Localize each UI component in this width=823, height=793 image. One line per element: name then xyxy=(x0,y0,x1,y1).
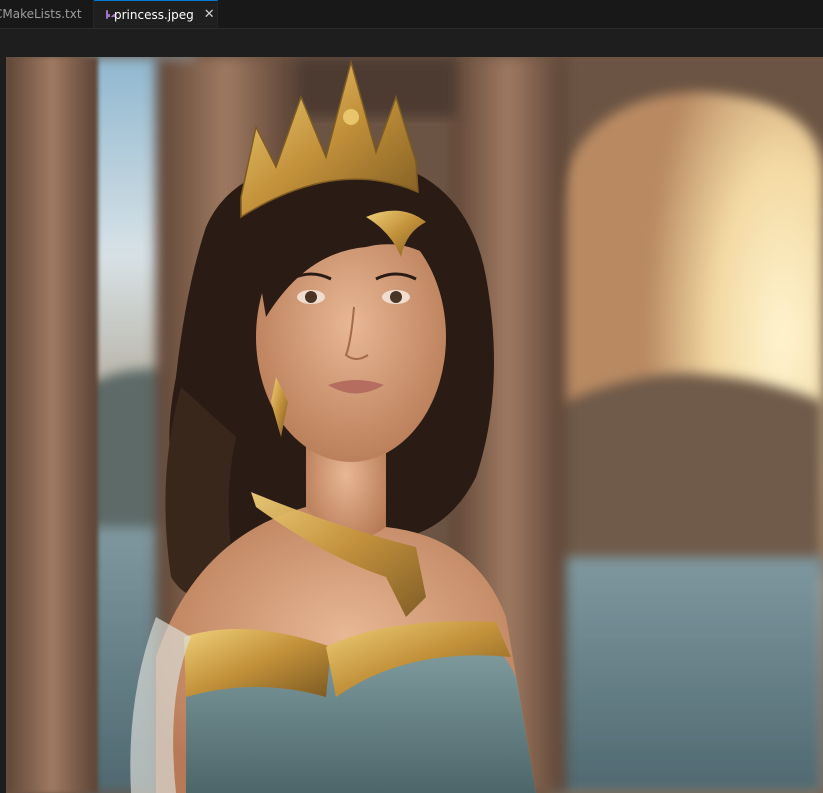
portrait-image xyxy=(6,57,823,793)
tab-label: princess.jpeg xyxy=(114,7,194,22)
image-file-icon xyxy=(106,10,115,19)
close-icon[interactable]: ✕ xyxy=(204,7,215,22)
editor-tab-bar: CMakeLists.txt princess.jpeg ✕ xyxy=(0,0,823,29)
image-preview xyxy=(6,57,823,793)
editor-toolbar-strip xyxy=(0,29,823,57)
tab-label: CMakeLists.txt xyxy=(0,7,82,21)
tab-cmakelists[interactable]: CMakeLists.txt xyxy=(0,0,94,28)
tab-princess-jpeg[interactable]: princess.jpeg ✕ xyxy=(94,0,218,28)
